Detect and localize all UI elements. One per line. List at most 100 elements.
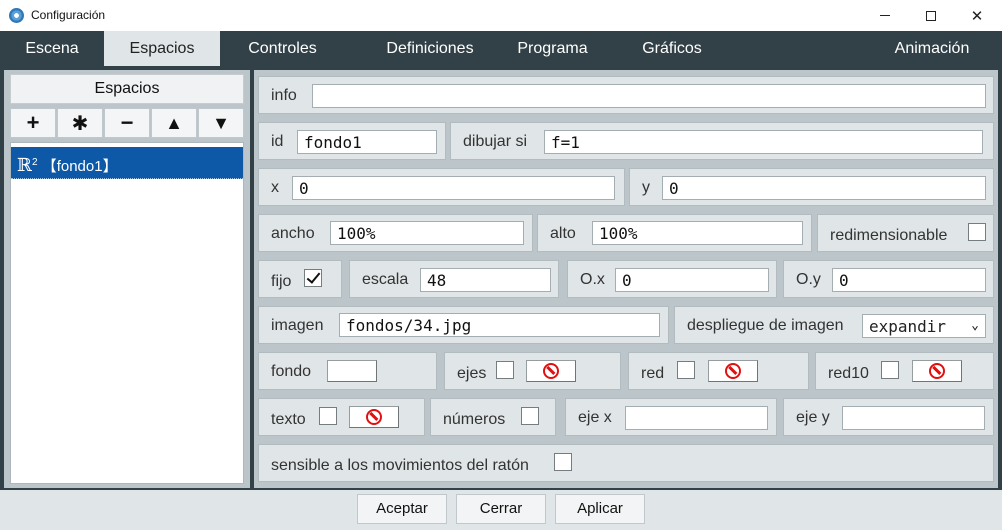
menu-bar: Escena Espacios Controles Definiciones P…: [0, 31, 1002, 66]
no-entry-icon: [929, 363, 945, 379]
move-down-button[interactable]: ▼: [198, 108, 244, 138]
x-input[interactable]: 0: [292, 176, 615, 200]
r2-icon: ℝ: [17, 155, 32, 176]
x-axis-cell: eje x: [565, 398, 777, 436]
arrow-up-icon: ▲: [165, 112, 183, 133]
background-label: fondo: [271, 363, 312, 380]
accept-button[interactable]: Aceptar: [357, 494, 447, 524]
image-display-cell: despliegue de imagen expandir ⌄: [674, 306, 994, 344]
image-input[interactable]: fondos/34.jpg: [339, 313, 660, 337]
axes-checkbox[interactable]: [496, 361, 514, 379]
image-label: imagen: [271, 317, 324, 334]
apply-button[interactable]: Aplicar: [555, 494, 645, 524]
origin-y-label: O.y: [796, 271, 821, 288]
info-label: info: [271, 87, 297, 104]
tab-animacion[interactable]: Animación: [862, 31, 1002, 66]
tab-espacios[interactable]: Espacios: [104, 31, 220, 66]
origin-y-cell: O.y 0: [783, 260, 994, 298]
origin-x-label: O.x: [580, 271, 605, 288]
origin-x-cell: O.x 0: [567, 260, 777, 298]
axes-color-button[interactable]: [526, 360, 576, 382]
x-label: x: [271, 179, 279, 196]
spaces-panel: Espacios + ✱ − ▲ ▼ ℝ2 【fondo1】: [4, 70, 250, 488]
mouse-sensitive-checkbox[interactable]: [554, 453, 572, 471]
text-cell: texto: [258, 398, 425, 436]
app-circle-icon: [9, 8, 24, 23]
remove-space-button[interactable]: −: [104, 108, 150, 138]
space-properties-panel: info id fondo1 dibujar si f=1 x 0 y 0 an…: [254, 70, 998, 488]
close-dialog-button[interactable]: Cerrar: [456, 494, 546, 524]
y-cell: y 0: [629, 168, 994, 206]
mouse-sensitive-label: sensible a los movimientos del ratón: [271, 457, 529, 474]
fixed-label: fijo: [271, 273, 292, 290]
x-axis-input[interactable]: [625, 406, 768, 430]
height-cell: alto 100%: [537, 214, 812, 252]
text-color-button[interactable]: [349, 406, 399, 428]
minimize-button[interactable]: [862, 0, 908, 31]
x-cell: x 0: [258, 168, 625, 206]
title-bar: Configuración ✕: [0, 0, 1002, 31]
grid-checkbox[interactable]: [677, 361, 695, 379]
add-space-button[interactable]: +: [10, 108, 56, 138]
y-input[interactable]: 0: [662, 176, 986, 200]
scale-cell: escala 48: [349, 260, 559, 298]
tab-definiciones[interactable]: Definiciones: [345, 31, 515, 66]
close-icon: ✕: [970, 7, 984, 25]
y-axis-cell: eje y: [783, 398, 994, 436]
grid10-checkbox[interactable]: [881, 361, 899, 379]
id-input[interactable]: fondo1: [297, 130, 437, 154]
height-input[interactable]: 100%: [592, 221, 803, 245]
close-button[interactable]: ✕: [954, 0, 1000, 31]
list-item[interactable]: ℝ2 【fondo1】: [11, 147, 243, 179]
plus-icon: +: [26, 110, 40, 135]
draw-if-cell: dibujar si f=1: [450, 122, 994, 160]
draw-if-input[interactable]: f=1: [544, 130, 983, 154]
asterisk-icon: ✱: [71, 112, 89, 135]
copy-space-button[interactable]: ✱: [57, 108, 103, 138]
image-cell: imagen fondos/34.jpg: [258, 306, 669, 344]
scale-label: escala: [362, 271, 409, 288]
grid-label: red: [641, 365, 665, 382]
y-axis-label: eje y: [796, 409, 830, 426]
width-label: ancho: [271, 225, 315, 242]
origin-y-input[interactable]: 0: [832, 268, 986, 292]
tab-controles[interactable]: Controles: [220, 31, 345, 66]
maximize-button[interactable]: [908, 0, 954, 31]
tab-graficos[interactable]: Gráficos: [620, 31, 724, 66]
dialog-footer: Aceptar Cerrar Aplicar: [0, 490, 1002, 530]
scale-input[interactable]: 48: [420, 268, 551, 292]
image-display-select[interactable]: expandir ⌄: [862, 314, 986, 338]
no-entry-icon: [725, 363, 741, 379]
origin-x-input[interactable]: 0: [615, 268, 769, 292]
draw-if-label: dibujar si: [463, 133, 528, 150]
grid-color-button[interactable]: [708, 360, 758, 382]
mouse-sensitive-cell: sensible a los movimientos del ratón: [258, 444, 994, 482]
resizable-label: redimensionable: [830, 227, 948, 244]
width-input[interactable]: 100%: [330, 221, 524, 245]
grid10-label: red10: [828, 365, 869, 382]
width-cell: ancho 100%: [258, 214, 533, 252]
resizable-checkbox[interactable]: [968, 223, 986, 241]
move-up-button[interactable]: ▲: [151, 108, 197, 138]
tab-programa[interactable]: Programa: [515, 31, 590, 66]
background-color-button[interactable]: [327, 360, 377, 382]
axes-label: ejes: [457, 365, 487, 382]
y-axis-input[interactable]: [842, 406, 985, 430]
id-cell: id fondo1: [258, 122, 446, 160]
numbers-checkbox[interactable]: [521, 407, 539, 425]
fixed-checkbox[interactable]: [304, 269, 322, 287]
grid10-color-button[interactable]: [912, 360, 962, 382]
minimize-icon: [880, 15, 890, 16]
text-checkbox[interactable]: [319, 407, 337, 425]
arrow-down-icon: ▼: [212, 112, 230, 133]
height-label: alto: [550, 225, 576, 242]
numbers-label: números: [443, 411, 506, 428]
no-entry-icon: [366, 409, 382, 425]
info-cell: info: [258, 76, 994, 114]
maximize-icon: [926, 10, 936, 21]
resizable-cell: redimensionable: [817, 214, 994, 252]
main-area: Espacios + ✱ − ▲ ▼ ℝ2 【fondo1】 info id f…: [0, 66, 1002, 490]
y-label: y: [642, 179, 650, 196]
info-input[interactable]: [312, 84, 986, 108]
tab-escena[interactable]: Escena: [0, 31, 104, 66]
